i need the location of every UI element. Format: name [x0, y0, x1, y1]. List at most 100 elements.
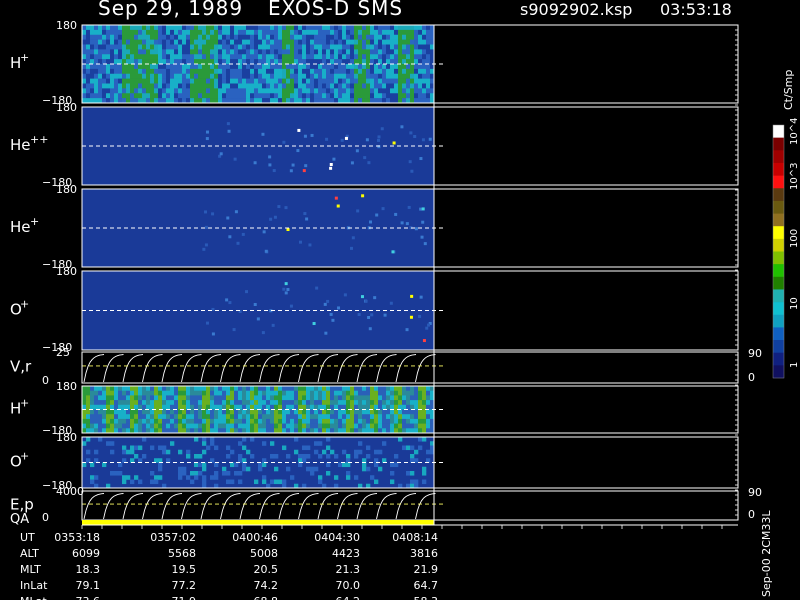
- heatmap-cell: [186, 454, 191, 459]
- heatmap-cell: [410, 471, 415, 476]
- heatmap-cell: [326, 39, 331, 45]
- heatmap-cell: [374, 418, 379, 424]
- heatmap-cell: [154, 34, 159, 40]
- heatmap-cell: [138, 395, 143, 401]
- heatmap-cell: [242, 29, 247, 36]
- heatmap-cell: [298, 400, 303, 406]
- heatmap-cell: [258, 39, 263, 45]
- heatmap-cell: [358, 34, 363, 40]
- heatmap-cell: [286, 93, 291, 99]
- heatmap-cell: [386, 78, 391, 84]
- heatmap-cell: [370, 25, 375, 31]
- heatmap-cell: [214, 93, 219, 99]
- colorbar-unit: Ct/Smp: [782, 69, 795, 110]
- heatmap-cell: [178, 78, 183, 84]
- heatmap-cell: [222, 395, 227, 401]
- heatmap-cell: [146, 78, 151, 84]
- sweep-curve: [278, 493, 300, 520]
- heatmap-cell: [314, 39, 319, 45]
- heatmap-cell: [322, 83, 327, 89]
- heatmap-cell: [86, 25, 91, 31]
- heatmap-cell: [270, 93, 275, 99]
- heatmap-cell: [310, 64, 315, 70]
- heatmap-cell: [306, 400, 311, 406]
- heatmap-cell: [422, 400, 427, 406]
- heatmap-cell: [98, 44, 103, 50]
- heatmap-cell: [142, 93, 147, 99]
- heatmap-cell: [382, 25, 387, 31]
- heatmap-cell: [346, 471, 351, 476]
- heatmap-cell: [362, 418, 367, 424]
- heatmap-cell: [386, 386, 391, 391]
- heatmap-cell: [354, 400, 359, 406]
- heatmap-cell: [158, 418, 163, 424]
- heatmap-cell: [242, 68, 247, 75]
- heatmap-cell: [242, 88, 247, 94]
- heatmap-cell: [302, 395, 307, 401]
- heatmap-cell: [274, 414, 279, 420]
- heatmap-cell: [310, 390, 315, 396]
- heatmap-cell: [318, 68, 323, 75]
- heatmap-cell: [402, 414, 407, 420]
- heatmap-cell: [422, 49, 427, 55]
- heatmap-cell: [262, 400, 267, 406]
- heatmap-cell: [330, 88, 335, 94]
- heatmap-cell: [234, 54, 239, 60]
- heatmap-cell: [342, 68, 347, 75]
- heatmap-cell: [86, 88, 91, 94]
- heatmap-cell: [418, 390, 423, 396]
- heatmap-cell: [110, 44, 115, 50]
- sweep-curve: [83, 493, 105, 520]
- colorbar-swatch: [773, 302, 784, 316]
- heatmap-cell: [158, 68, 163, 75]
- heatmap-cell: [202, 400, 207, 406]
- heatmap-cell: [166, 390, 171, 396]
- heatmap-cell: [178, 73, 183, 79]
- heatmap-cell: [282, 68, 287, 75]
- heatmap-cell: [346, 414, 351, 420]
- heatmap-cell: [146, 39, 151, 45]
- heatmap-cell: [358, 54, 363, 60]
- sweep-curve: [161, 493, 183, 520]
- heatmap-cell: [226, 471, 231, 476]
- heatmap-cell: [110, 93, 115, 99]
- heatmap-cell: [270, 400, 275, 406]
- heatmap-cell: [170, 68, 175, 75]
- heatmap-cell: [402, 418, 407, 424]
- heatmap-cell: [346, 68, 351, 75]
- heatmap-cell: [250, 423, 255, 429]
- heatmap-cell: [222, 386, 227, 391]
- heatmap-cell: [382, 418, 387, 424]
- heatmap-cell: [182, 390, 187, 396]
- colorbar-swatch: [773, 150, 784, 164]
- heatmap-cell: [366, 409, 371, 415]
- heatmap-cell: [98, 93, 103, 99]
- heatmap-cell: [366, 454, 371, 459]
- heatmap-cell: [146, 25, 151, 31]
- heatmap-cell: [98, 390, 103, 396]
- heatmap-cell: [266, 49, 271, 55]
- heatmap-cell: [258, 418, 263, 424]
- heatmap-cell: [414, 386, 419, 391]
- heatmap-cell: [374, 34, 379, 40]
- heatmap-cell: [314, 49, 319, 55]
- heatmap-cell: [418, 93, 423, 99]
- heatmap-cell: [426, 73, 431, 79]
- heatmap-cell: [284, 206, 288, 210]
- heatmap-cell: [337, 306, 341, 310]
- heatmap-cell: [398, 64, 403, 70]
- heatmap-cell: [122, 386, 127, 391]
- heatmap-cell: [238, 44, 243, 50]
- heatmap-cell: [290, 475, 295, 480]
- heatmap-cell: [282, 64, 287, 70]
- heatmap-cell: [130, 93, 135, 99]
- heatmap-cell: [370, 386, 375, 391]
- heatmap-cell: [398, 437, 403, 442]
- heatmap-cell: [102, 68, 107, 75]
- heatmap-cell: [126, 93, 131, 99]
- heatmap-cell: [322, 54, 327, 60]
- heatmap-cell: [274, 34, 279, 40]
- heatmap-cell: [294, 34, 299, 40]
- heatmap-cell: [310, 83, 315, 89]
- heatmap-cell: [286, 83, 291, 89]
